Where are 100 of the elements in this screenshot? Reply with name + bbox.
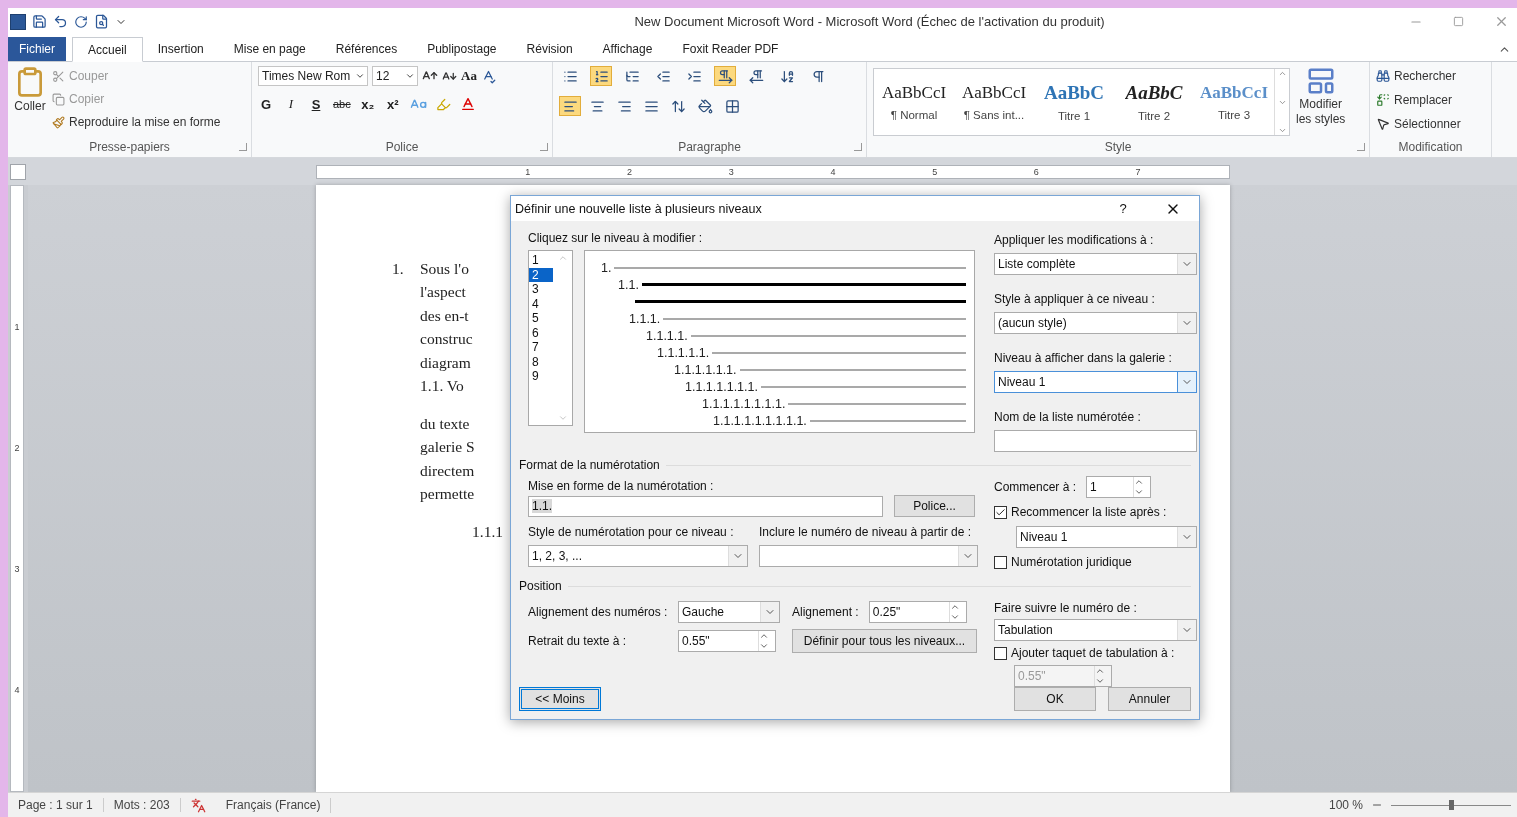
level-item[interactable]: 9 xyxy=(529,369,553,384)
font-color-icon[interactable] xyxy=(459,96,476,112)
field-label: Cliquez sur le niveau à modifier : xyxy=(528,230,704,247)
checkbox[interactable] xyxy=(994,505,1007,519)
level-item[interactable]: 8 xyxy=(529,354,553,369)
level-item[interactable]: 4 xyxy=(529,296,553,311)
number-format-field[interactable]: 1.1. xyxy=(528,495,883,517)
ribbon-tab[interactable]: Foxit Reader PDF xyxy=(667,37,794,61)
preview-number: 1.1.1.1.1.1.1. xyxy=(685,379,758,394)
checkbox[interactable] xyxy=(994,646,1007,660)
aligned-at-field[interactable]: 0.25" xyxy=(868,601,967,623)
style-item[interactable]: AaBbCcI Titre 3 xyxy=(1194,69,1274,135)
checkbox[interactable] xyxy=(994,555,1007,569)
page-count[interactable]: Page : 1 sur 1 xyxy=(8,798,104,812)
caret-icon[interactable] xyxy=(355,71,365,81)
replace-icon xyxy=(1376,93,1390,107)
number-alignment-select[interactable]: Gauche xyxy=(678,601,780,623)
field-label: Alignement : xyxy=(792,604,859,621)
ribbon-tab[interactable]: Affichage xyxy=(587,37,668,61)
document-text: du texte xyxy=(420,414,470,433)
field-label: Retrait du texte à : xyxy=(528,633,628,650)
binoculars-icon xyxy=(1376,69,1390,83)
level-list[interactable]: 1 2 3 4 5 6 7 8 9 xyxy=(528,250,573,426)
document-text: l'aspect xyxy=(420,283,466,302)
style-item[interactable]: AaBbCcI ¶ Normal xyxy=(874,69,954,135)
cancel-button[interactable]: Annuler xyxy=(1108,687,1191,711)
ribbon-tab[interactable]: Révision xyxy=(511,37,588,61)
language[interactable]: Français (France) xyxy=(225,798,321,812)
paste-button[interactable]: Coller xyxy=(14,66,46,140)
restart-after-select[interactable]: Niveau 1 xyxy=(1016,526,1197,548)
zoom-slider-thumb[interactable] xyxy=(1449,799,1454,810)
file-tab[interactable]: Fichier xyxy=(8,37,66,61)
word-count[interactable]: Mots : 203 xyxy=(103,798,181,812)
font-name-field[interactable]: Times New Rom xyxy=(258,66,368,86)
field-label: Style de numérotation pour ce niveau : xyxy=(528,524,735,541)
format-button[interactable]: x₂ xyxy=(359,94,376,114)
paintbrush-icon xyxy=(52,115,65,129)
preview-number: 1. xyxy=(601,260,612,275)
pilcrow-right-icon[interactable] xyxy=(714,66,736,86)
dropdown-caret-icon[interactable] xyxy=(1177,372,1196,392)
font-button[interactable]: Police... xyxy=(894,495,975,517)
gallery-level-select[interactable]: Niveau 1 xyxy=(994,371,1197,393)
proofing-icon[interactable] xyxy=(190,797,206,813)
ribbon-tab[interactable]: Insertion xyxy=(142,37,219,61)
style-item[interactable]: AaBbC Titre 1 xyxy=(1034,69,1114,135)
document-text: construc xyxy=(420,330,473,349)
save-icon[interactable] xyxy=(32,14,47,29)
print-preview-icon[interactable] xyxy=(94,14,109,29)
ok-button[interactable]: OK xyxy=(1014,687,1096,711)
format-button[interactable]: I xyxy=(283,94,299,114)
ribbon-tab[interactable]: Accueil xyxy=(72,37,143,62)
apply-to-select[interactable]: Liste complète xyxy=(994,253,1197,275)
set-all-levels-button[interactable]: Définir pour tous les niveaux... xyxy=(792,629,977,653)
list-name-field[interactable] xyxy=(994,430,1197,452)
zoom-level[interactable]: 100 % xyxy=(1328,798,1363,812)
format-painter-button[interactable]: Reproduire la mise en forme xyxy=(52,112,221,132)
number-style-select[interactable]: 1, 2, 3, ... xyxy=(528,545,748,567)
change-case-button[interactable]: Aa xyxy=(461,66,477,86)
numbered-list-icon[interactable] xyxy=(590,66,612,86)
level-item[interactable]: 6 xyxy=(529,325,553,340)
level-item[interactable]: 5 xyxy=(529,311,553,326)
format-button[interactable]: abc xyxy=(333,94,351,114)
follow-with-select[interactable]: Tabulation xyxy=(994,619,1197,641)
ribbon-tab[interactable]: Publipostage xyxy=(412,37,512,61)
level-item[interactable]: 2 xyxy=(529,267,553,282)
level-item[interactable]: 1 xyxy=(529,253,553,268)
undo-icon[interactable] xyxy=(53,14,68,29)
less-button[interactable]: << Moins xyxy=(519,687,601,711)
document-text: diagram xyxy=(420,353,471,372)
group-label: Police xyxy=(252,140,552,157)
group-label: Paragraphe xyxy=(553,140,866,157)
format-button[interactable]: S xyxy=(308,94,324,114)
select-button[interactable]: Sélectionner xyxy=(1376,114,1461,134)
level-item[interactable]: 7 xyxy=(529,340,553,355)
vertical-ruler: 1 2 3 4 xyxy=(10,185,24,792)
format-button[interactable]: x² xyxy=(384,94,401,114)
scissors-icon xyxy=(52,69,65,83)
tab-selector[interactable] xyxy=(10,163,26,180)
preview-number: 1.1.1. xyxy=(629,311,661,326)
ribbon-tab[interactable]: Références xyxy=(320,37,413,61)
section-title: Position xyxy=(519,578,562,595)
text-indent-field[interactable]: 0.55" xyxy=(678,630,776,652)
start-at-field[interactable]: 1 xyxy=(1086,476,1152,498)
font-size-field[interactable]: 12 xyxy=(372,66,418,86)
find-button[interactable]: Rechercher xyxy=(1376,66,1461,86)
format-button[interactable]: G xyxy=(258,94,274,114)
document-text: directem xyxy=(420,461,475,480)
caret-icon[interactable] xyxy=(405,71,415,81)
help-button[interactable]: ? xyxy=(1099,201,1147,216)
redo-icon[interactable] xyxy=(74,14,88,29)
clear-formatting-icon[interactable] xyxy=(481,68,496,84)
window-title: New Document Microsoft Word - Microsoft Word (Échec de l'activation du produit) xyxy=(633,14,1106,29)
replace-button[interactable]: Remplacer xyxy=(1376,90,1461,110)
change-styles-button[interactable]: Modifier les styles xyxy=(1296,66,1346,140)
level-style-select[interactable]: (aucun style) xyxy=(994,312,1197,334)
ribbon-tab[interactable]: Mise en page xyxy=(218,37,321,61)
level-item[interactable]: 3 xyxy=(529,282,553,297)
style-item[interactable]: AaBbCcI ¶ Sans int... xyxy=(954,69,1034,135)
close-icon[interactable] xyxy=(1494,14,1509,29)
align-left-icon[interactable] xyxy=(559,96,581,116)
